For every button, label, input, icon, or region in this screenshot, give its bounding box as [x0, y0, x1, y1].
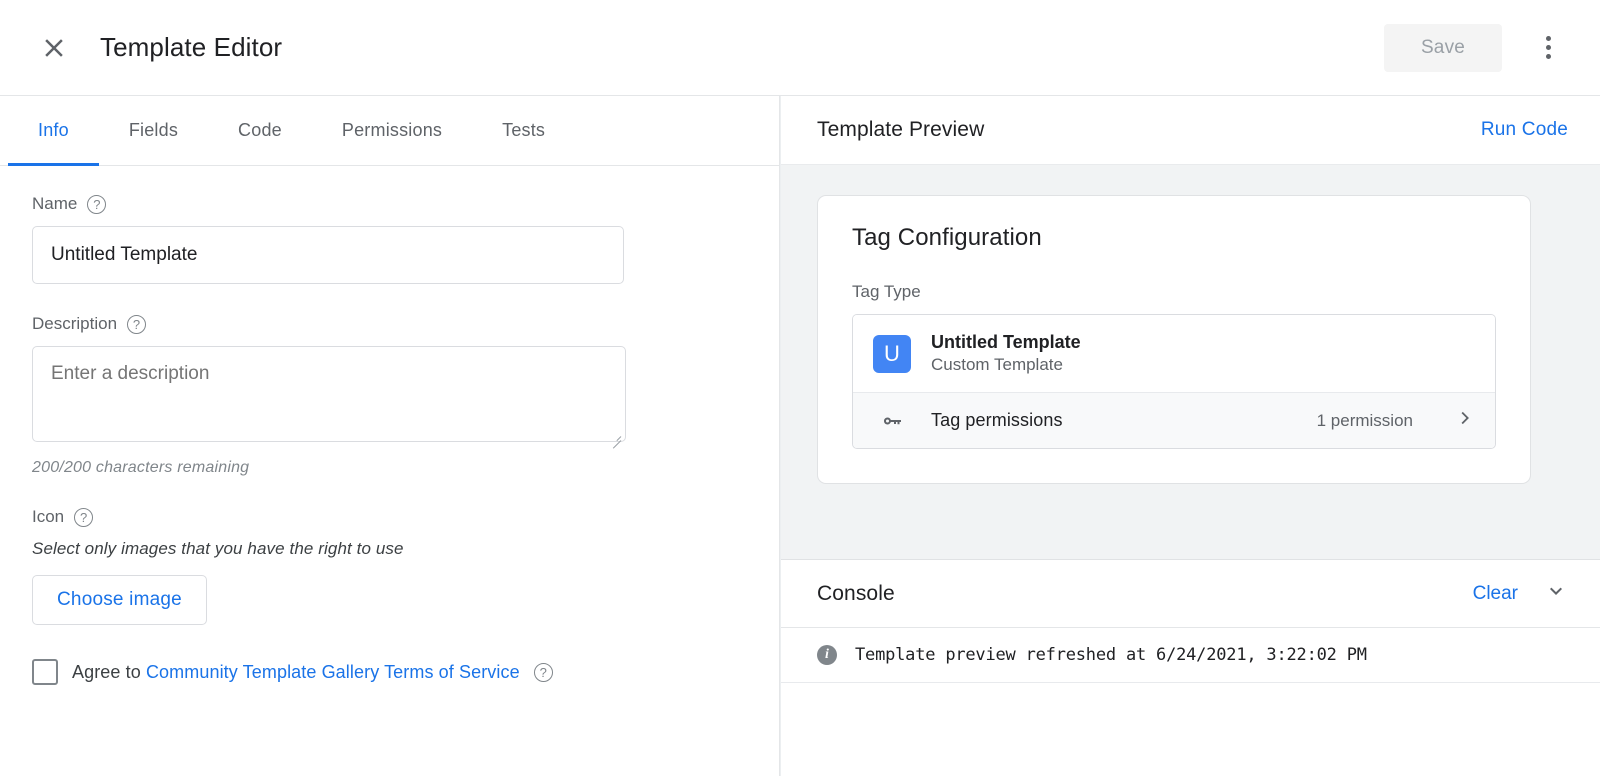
- preview-header: Template Preview Run Code: [781, 96, 1600, 164]
- more-vert-icon[interactable]: [1524, 24, 1572, 72]
- tab-fields[interactable]: Fields: [99, 96, 208, 165]
- description-wrap: [32, 346, 626, 447]
- description-label: Description: [32, 314, 117, 334]
- clear-console-button[interactable]: Clear: [1473, 583, 1518, 605]
- chevron-down-icon[interactable]: [1544, 579, 1568, 608]
- key-icon: [873, 409, 911, 433]
- tag-type-label: Tag Type: [852, 282, 1496, 302]
- help-circle-icon[interactable]: ?: [127, 315, 146, 334]
- tag-text-block: Untitled Template Custom Template: [931, 330, 1081, 377]
- kebab-dot: [1546, 36, 1551, 41]
- help-circle-icon[interactable]: ?: [74, 508, 93, 527]
- preview-body: Tag Configuration Tag Type U Untitled Te…: [781, 164, 1600, 559]
- tab-tests[interactable]: Tests: [472, 96, 575, 165]
- agree-label: Agree to Community Template Gallery Term…: [72, 662, 520, 683]
- name-input[interactable]: [32, 226, 624, 284]
- tag-permissions-label: Tag permissions: [931, 410, 1063, 431]
- console-header: Console Clear: [781, 559, 1600, 627]
- kebab-dot: [1546, 45, 1551, 50]
- close-icon[interactable]: [30, 24, 78, 72]
- template-avatar: U: [873, 335, 911, 373]
- description-textarea[interactable]: [32, 346, 626, 442]
- right-pane: Template Preview Run Code Tag Configurat…: [780, 96, 1600, 776]
- top-app-bar: Template Editor Save: [0, 0, 1600, 96]
- agree-prefix: Agree to: [72, 662, 146, 682]
- run-code-button[interactable]: Run Code: [1481, 119, 1568, 141]
- tab-code[interactable]: Code: [208, 96, 312, 165]
- permission-count: 1 permission: [1317, 411, 1413, 431]
- template-editor-app: Template Editor Save Info Fields Code Pe…: [0, 0, 1600, 776]
- console-message-row: i Template preview refreshed at 6/24/202…: [781, 628, 1600, 683]
- editor-tabs: Info Fields Code Permissions Tests: [0, 96, 779, 166]
- chevron-right-icon[interactable]: [1453, 407, 1475, 434]
- console-body: i Template preview refreshed at 6/24/202…: [781, 627, 1600, 776]
- name-label: Name: [32, 194, 77, 214]
- icon-label-row: Icon ?: [32, 507, 747, 527]
- tab-permissions[interactable]: Permissions: [312, 96, 472, 165]
- tag-permissions-row[interactable]: Tag permissions 1 permission: [853, 392, 1495, 448]
- save-button[interactable]: Save: [1384, 24, 1502, 72]
- choose-image-button[interactable]: Choose image: [32, 575, 207, 625]
- spacer: [32, 284, 747, 314]
- tag-name: Untitled Template: [931, 330, 1081, 354]
- left-pane: Info Fields Code Permissions Tests Name …: [0, 96, 780, 776]
- page-title: Template Editor: [100, 32, 282, 63]
- info-icon: i: [817, 645, 837, 665]
- tag-type-box: U Untitled Template Custom Template: [852, 314, 1496, 449]
- tag-subtitle: Custom Template: [931, 354, 1081, 377]
- tag-configuration-card: Tag Configuration Tag Type U Untitled Te…: [817, 195, 1531, 484]
- icon-label: Icon: [32, 507, 64, 527]
- description-counter: 200/200 characters remaining: [32, 459, 747, 477]
- tag-configuration-title: Tag Configuration: [852, 224, 1496, 252]
- help-circle-icon[interactable]: ?: [534, 663, 553, 682]
- kebab-dot: [1546, 54, 1551, 59]
- help-circle-icon[interactable]: ?: [87, 195, 106, 214]
- spacer: [32, 477, 747, 507]
- tag-summary-row[interactable]: U Untitled Template Custom Template: [853, 315, 1495, 392]
- editor-body: Info Fields Code Permissions Tests Name …: [0, 96, 1600, 776]
- icon-hint: Select only images that you have the rig…: [32, 539, 747, 559]
- console-message-text: Template preview refreshed at 6/24/2021,…: [855, 645, 1367, 665]
- console-title: Console: [817, 582, 895, 606]
- info-form: Name ? Description ? 200/200: [0, 166, 779, 776]
- description-label-row: Description ?: [32, 314, 747, 334]
- preview-title: Template Preview: [817, 118, 984, 142]
- terms-of-service-link[interactable]: Community Template Gallery Terms of Serv…: [146, 662, 520, 682]
- tab-info[interactable]: Info: [8, 96, 99, 165]
- agree-checkbox[interactable]: [32, 659, 58, 685]
- agree-row: Agree to Community Template Gallery Term…: [32, 659, 747, 685]
- name-label-row: Name ?: [32, 194, 747, 214]
